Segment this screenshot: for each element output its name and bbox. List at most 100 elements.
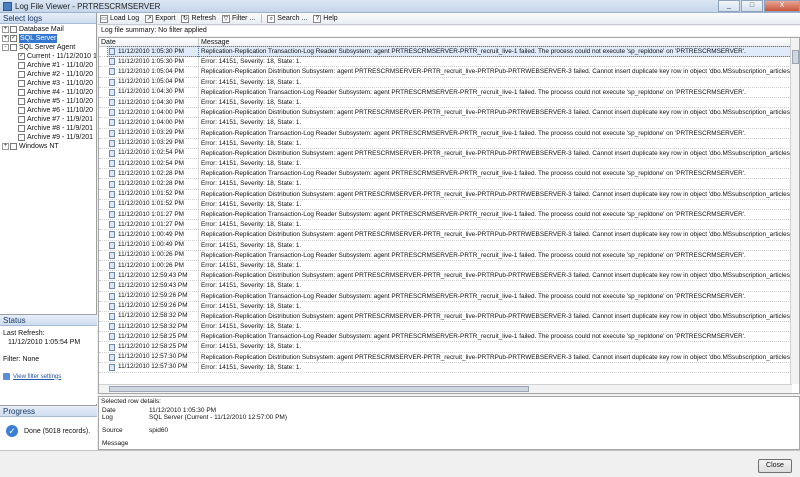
- log-row-date: 11/12/2010 1:01:52 PM: [108, 199, 199, 209]
- tree-item-checkbox[interactable]: [18, 125, 25, 132]
- maximize-button[interactable]: □: [741, 0, 763, 12]
- log-row[interactable]: 11/12/2010 1:01:27 PM Replication-Replica…: [99, 210, 799, 221]
- expand-toggle-icon[interactable]: +: [2, 35, 9, 42]
- log-row-date-text: 11/12/2010 1:01:27 PM: [118, 210, 184, 218]
- tree-item-checkbox[interactable]: [10, 44, 17, 51]
- tree-item[interactable]: Archive #4 - 11/10/20: [0, 88, 96, 97]
- log-row[interactable]: 11/12/2010 12:58:32 PM Error: 14151, Seve…: [99, 322, 799, 333]
- log-row-date: 11/12/2010 12:57:30 PM: [108, 352, 199, 362]
- tree-item[interactable]: Archive #1 - 11/10/20: [0, 61, 96, 70]
- log-row-date-text: 11/12/2010 1:03:29 PM: [118, 139, 184, 147]
- tree-item-checkbox[interactable]: [10, 143, 17, 150]
- log-row-date-text: 11/12/2010 1:02:54 PM: [118, 159, 184, 167]
- tree-item[interactable]: Archive #2 - 11/10/20: [0, 70, 96, 79]
- log-row[interactable]: 11/12/2010 1:02:28 PM Replication-Replica…: [99, 169, 799, 180]
- row-details-panel: Selected row details: Date 11/12/2010 1:0…: [98, 396, 800, 450]
- log-row[interactable]: 11/12/2010 1:01:27 PM Error: 14151, Sever…: [99, 220, 799, 231]
- date-column-header[interactable]: Date: [99, 38, 199, 46]
- log-row[interactable]: 11/12/2010 1:02:28 PM Error: 14151, Sever…: [99, 179, 799, 190]
- log-row[interactable]: 11/12/2010 12:59:26 PM Error: 14151, Seve…: [99, 301, 799, 312]
- tree-item[interactable]: - SQL Server Agent: [0, 43, 96, 52]
- log-row[interactable]: 11/12/2010 1:05:04 PM Replication-Replica…: [99, 67, 799, 78]
- log-row-date: 11/12/2010 12:59:26 PM: [108, 291, 199, 301]
- log-row-date-text: 11/12/2010 1:00:49 PM: [118, 241, 184, 249]
- tree-item-checkbox[interactable]: ✓: [10, 35, 17, 42]
- log-row[interactable]: 11/12/2010 12:57:30 PM Replication-Replic…: [99, 352, 799, 363]
- tree-item-checkbox[interactable]: [18, 116, 25, 123]
- log-row[interactable]: 11/12/2010 1:02:54 PM Error: 14151, Sever…: [99, 159, 799, 170]
- log-row[interactable]: 11/12/2010 1:00:49 PM Error: 14151, Sever…: [99, 240, 799, 251]
- expand-toggle-icon[interactable]: -: [2, 44, 9, 51]
- log-row[interactable]: 11/12/2010 1:03:29 PM Replication-Replica…: [99, 128, 799, 139]
- search-button[interactable]: ⌕ Search ...: [267, 14, 307, 23]
- tree-item[interactable]: Archive #9 - 11/9/201: [0, 133, 96, 142]
- horizontal-scroll-thumb[interactable]: [109, 386, 529, 392]
- log-row[interactable]: 11/12/2010 1:00:26 PM Error: 14151, Sever…: [99, 260, 799, 272]
- tree-item[interactable]: ✓ Current - 11/12/2010 12:: [0, 52, 96, 61]
- grid-rows: 11/12/2010 1:05:30 PM Replication-Replica…: [99, 45, 799, 373]
- view-filter-settings-link[interactable]: View filter settings: [0, 373, 97, 380]
- log-row[interactable]: 11/12/2010 1:04:00 PM Replication-Replica…: [99, 108, 799, 119]
- tree-item-checkbox[interactable]: [18, 89, 25, 96]
- log-row[interactable]: 11/12/2010 1:01:52 PM Error: 14151, Sever…: [99, 199, 799, 210]
- log-row-date-text: 11/12/2010 12:58:25 PM: [118, 332, 188, 340]
- tree-item-checkbox[interactable]: [18, 107, 25, 114]
- log-row[interactable]: 11/12/2010 1:04:30 PM Replication-Replica…: [99, 87, 799, 98]
- vertical-scrollbar[interactable]: [790, 38, 799, 384]
- filter-button[interactable]: ▽ Filter ...: [221, 14, 255, 23]
- log-row[interactable]: 11/12/2010 12:57:30 PM Error: 14151, Seve…: [99, 362, 799, 373]
- log-row[interactable]: 11/12/2010 12:59:26 PM Replication-Replic…: [99, 291, 799, 302]
- message-column-header[interactable]: Message: [199, 38, 799, 46]
- tree-item[interactable]: + ✓ SQL Server: [0, 34, 96, 43]
- tree-item[interactable]: + Database Mail: [0, 25, 96, 34]
- log-row[interactable]: 11/12/2010 1:00:49 PM Replication-Replica…: [99, 230, 799, 241]
- log-row[interactable]: 11/12/2010 1:05:04 PM Error: 14151, Sever…: [99, 77, 799, 88]
- log-row[interactable]: 11/12/2010 1:03:29 PM Error: 14151, Sever…: [99, 138, 799, 149]
- tree-item-checkbox[interactable]: ✓: [18, 53, 25, 60]
- tree-item[interactable]: + Windows NT: [0, 142, 96, 151]
- load-log-button[interactable]: ▭ Load Log: [100, 14, 139, 23]
- export-button[interactable]: ↗ Export: [145, 14, 175, 23]
- tree-item[interactable]: Archive #3 - 11/10/20: [0, 79, 96, 88]
- tree-item-checkbox[interactable]: [18, 80, 25, 87]
- log-row-date-text: 11/12/2010 12:59:43 PM: [118, 271, 188, 279]
- log-row[interactable]: 11/12/2010 12:59:43 PM Replication-Replic…: [99, 271, 799, 282]
- tree-item-checkbox[interactable]: [10, 26, 17, 33]
- details-date-value: 11/12/2010 1:05:30 PM: [149, 407, 217, 414]
- help-button[interactable]: ? Help: [313, 14, 338, 23]
- log-row[interactable]: 11/12/2010 1:02:54 PM Replication-Replica…: [99, 148, 799, 160]
- tree-item-label: SQL Server Agent: [19, 44, 76, 51]
- tree-item[interactable]: Archive #6 - 11/10/20: [0, 106, 96, 115]
- log-row-date-text: 11/12/2010 1:05:30 PM: [118, 47, 184, 55]
- log-row[interactable]: 11/12/2010 1:04:30 PM Error: 14151, Sever…: [99, 97, 799, 109]
- close-button[interactable]: Close: [758, 459, 792, 473]
- close-window-button[interactable]: X: [764, 0, 800, 12]
- log-row[interactable]: 11/12/2010 12:58:25 PM Error: 14151, Seve…: [99, 342, 799, 353]
- log-row-date: 11/12/2010 1:00:26 PM: [108, 250, 199, 260]
- details-message-label: Message: [102, 440, 129, 447]
- log-row[interactable]: 11/12/2010 1:05:30 PM Error: 14151, Sever…: [99, 57, 799, 68]
- log-row[interactable]: 11/12/2010 12:58:32 PM Replication-Replic…: [99, 311, 799, 323]
- log-row[interactable]: 11/12/2010 12:59:43 PM Error: 14151, Seve…: [99, 281, 799, 292]
- tree-item[interactable]: Archive #8 - 11/9/201: [0, 124, 96, 133]
- vertical-scroll-thumb[interactable]: [792, 50, 799, 64]
- log-row[interactable]: 11/12/2010 1:04:00 PM Error: 14151, Sever…: [99, 118, 799, 129]
- log-row[interactable]: 11/12/2010 1:00:26 PM Replication-Replica…: [99, 250, 799, 261]
- horizontal-scrollbar[interactable]: [99, 384, 792, 393]
- refresh-button[interactable]: ↻ Refresh: [181, 14, 216, 23]
- tree-item-checkbox[interactable]: [18, 71, 25, 78]
- log-entry-icon: [109, 119, 115, 127]
- tree-item-label: Archive #4 - 11/10/20: [27, 89, 94, 96]
- tree-item-checkbox[interactable]: [18, 98, 25, 105]
- log-row[interactable]: 11/12/2010 1:05:30 PM Replication-Replica…: [99, 45, 799, 58]
- tree-item-checkbox[interactable]: [18, 62, 25, 69]
- log-row[interactable]: 11/12/2010 1:01:52 PM Replication-Replica…: [99, 189, 799, 200]
- tree-item[interactable]: Archive #5 - 11/10/20: [0, 97, 96, 106]
- expand-toggle-icon[interactable]: +: [2, 26, 9, 33]
- minimize-button[interactable]: _: [718, 0, 740, 12]
- log-row-date-text: 11/12/2010 12:58:32 PM: [118, 312, 188, 320]
- tree-item[interactable]: Archive #7 - 11/9/201: [0, 115, 96, 124]
- expand-toggle-icon[interactable]: +: [2, 143, 9, 150]
- log-row[interactable]: 11/12/2010 12:58:25 PM Replication-Replic…: [99, 332, 799, 343]
- tree-item-checkbox[interactable]: [18, 134, 25, 141]
